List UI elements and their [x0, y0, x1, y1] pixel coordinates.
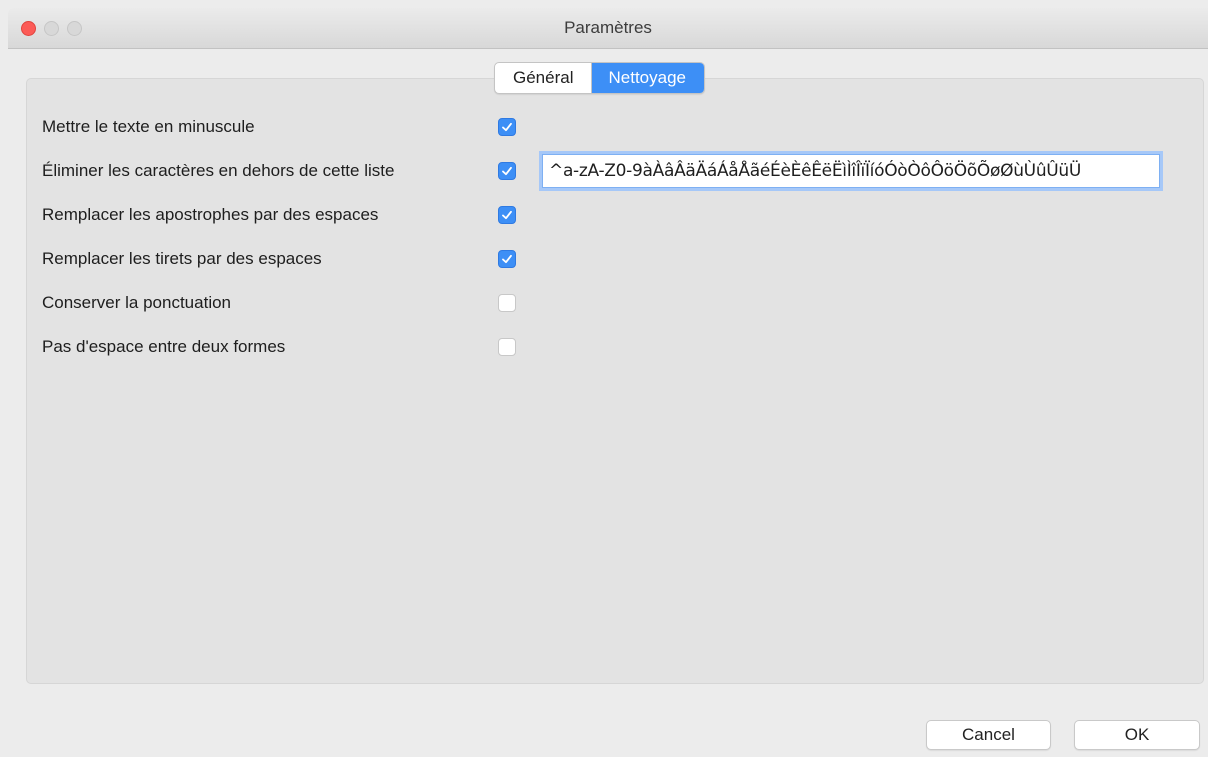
option-label-no-space: Pas d'espace entre deux formes: [42, 337, 286, 356]
checkbox-hyphens[interactable]: [498, 250, 516, 268]
checkbox-eliminate-chars[interactable]: [498, 162, 516, 180]
tab-general[interactable]: Général: [495, 63, 591, 93]
checkbox-punctuation[interactable]: [498, 294, 516, 312]
option-label-hyphens: Remplacer les tirets par des espaces: [42, 249, 322, 268]
option-label-eliminate-chars: Éliminer les caractères en dehors de cet…: [42, 161, 395, 180]
window-title: Paramètres: [564, 18, 652, 37]
checkmark-icon: [502, 166, 512, 176]
settings-window: Paramètres Général Nettoyage Mettre le t…: [8, 8, 1208, 757]
title-bar[interactable]: Paramètres: [8, 8, 1208, 49]
ok-button[interactable]: OK: [1074, 720, 1200, 750]
checkbox-no-space[interactable]: [498, 338, 516, 356]
option-label-punctuation: Conserver la ponctuation: [42, 293, 232, 312]
checkmark-icon: [502, 254, 512, 264]
option-label-apostrophes: Remplacer les apostrophes par des espace…: [42, 205, 379, 224]
checkbox-apostrophes[interactable]: [498, 206, 516, 224]
checkmark-icon: [502, 122, 512, 132]
checkbox-lowercase[interactable]: [498, 118, 516, 136]
option-label-lowercase: Mettre le texte en minuscule: [42, 117, 255, 136]
cancel-button[interactable]: Cancel: [926, 720, 1051, 750]
allowed-chars-input[interactable]: ^a-zA-Z0-9àÀâÂäÄáÁåÅãéÉèÈêÊëËìÌîÎïÏíóÓòÒ…: [542, 154, 1160, 188]
tab-nettoyage[interactable]: Nettoyage: [591, 63, 704, 93]
tab-bar: Général Nettoyage: [494, 62, 705, 94]
checkmark-icon: [502, 210, 512, 220]
